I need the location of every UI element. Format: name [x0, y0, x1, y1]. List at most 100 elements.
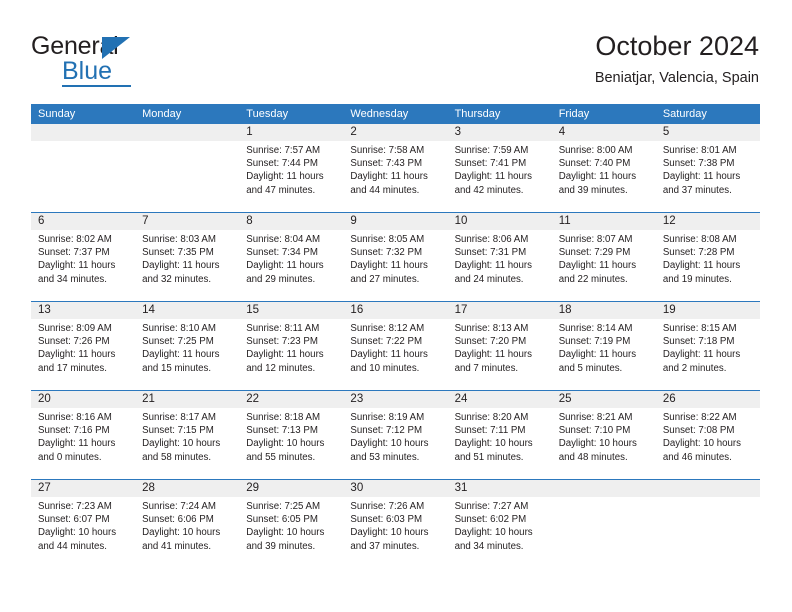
day-sun-info: Sunrise: 8:03 AM Sunset: 7:35 PM Daylight:…	[135, 230, 239, 286]
calendar-day-cell[interactable]: 5 Sunrise: 8:01 AM Sunset: 7:38 PM Daylight…	[655, 124, 760, 212]
sunset-text: Sunset: 7:20 PM	[454, 336, 527, 348]
sunset-text: Sunset: 7:29 PM	[558, 247, 631, 259]
day-number: 15	[246, 304, 260, 316]
day-number: 8	[246, 215, 253, 227]
sunrise-text: Sunrise: 8:18 AM	[246, 412, 321, 423]
calendar-day-cell[interactable]: 30 Sunrise: 7:26 AM Sunset: 6:03 PM Dayligh…	[343, 480, 448, 568]
day-number: 25	[558, 393, 572, 405]
calendar-day-cell[interactable]: 15 Sunrise: 8:11 AM Sunset: 7:23 PM Dayligh…	[239, 302, 344, 390]
daylight-text: Daylight: 10 hours	[454, 438, 533, 450]
day-number-band: 2	[343, 124, 448, 141]
calendar-day-cell[interactable]: 2 Sunrise: 7:58 AM Sunset: 7:43 PM Daylight…	[343, 124, 448, 212]
calendar-grid: Sunday Monday Tuesday Wednesday Thursday Frid…	[31, 104, 760, 568]
general-blue-logo[interactable]: General Blue	[31, 32, 201, 88]
day-sun-info: Sunrise: 8:01 AM Sunset: 7:38 PM Daylight:…	[656, 141, 760, 197]
sunrise-text: Sunrise: 8:10 AM	[142, 323, 216, 334]
sunset-text: Sunset: 6:02 PM	[454, 514, 527, 526]
day-number: 28	[142, 482, 155, 494]
daylight-text: Daylight: 11 hours	[246, 260, 324, 272]
daylight-text: Daylight: 10 hours	[662, 438, 741, 450]
sunrise-text: Sunrise: 7:23 AM	[38, 501, 112, 512]
day-number-band: 11	[551, 213, 656, 230]
day-number: 18	[558, 304, 572, 316]
calendar-day-cell[interactable]: 1 Sunrise: 7:57 AM Sunset: 7:44 PM Daylight…	[239, 124, 344, 212]
daylight-text: Daylight: 10 hours	[350, 527, 429, 539]
daylight-text: Daylight: 11 hours	[38, 438, 116, 450]
sunrise-text: Sunrise: 8:12 AM	[350, 323, 425, 334]
day-sun-info: Sunrise: 8:19 AM Sunset: 7:12 PM Daylight:…	[343, 408, 447, 464]
day-number: 9	[350, 215, 357, 227]
daylight-text-cont: and 47 minutes.	[246, 184, 316, 196]
daylight-text: Daylight: 11 hours	[142, 260, 220, 272]
daylight-text-cont: and 10 minutes.	[350, 362, 420, 374]
calendar-day-cell[interactable]: 10 Sunrise: 8:06 AM Sunset: 7:31 PM Dayligh…	[447, 213, 552, 301]
day-sun-info: Sunrise: 7:24 AM Sunset: 6:06 PM Daylight:…	[135, 497, 239, 553]
daylight-text: Daylight: 10 hours	[142, 527, 221, 539]
day-sun-info: Sunrise: 7:26 AM Sunset: 6:03 PM Daylight:…	[343, 497, 447, 553]
sunrise-text: Sunrise: 8:00 AM	[558, 145, 633, 156]
calendar-day-cell[interactable]: 12 Sunrise: 8:08 AM Sunset: 7:28 PM Dayligh…	[655, 213, 760, 301]
daylight-text-cont: and 22 minutes.	[558, 273, 628, 285]
calendar-day-cell[interactable]: 11 Sunrise: 8:07 AM Sunset: 7:29 PM Dayligh…	[551, 213, 656, 301]
calendar-day-cell[interactable]: 17 Sunrise: 8:13 AM Sunset: 7:20 PM Dayligh…	[447, 302, 552, 390]
calendar-day-cell[interactable]: 23 Sunrise: 8:19 AM Sunset: 7:12 PM Dayligh…	[343, 391, 448, 479]
calendar-day-cell[interactable]: 13 Sunrise: 8:09 AM Sunset: 7:26 PM Dayligh…	[31, 302, 136, 390]
calendar-day-cell[interactable]: 14 Sunrise: 8:10 AM Sunset: 7:25 PM Dayligh…	[135, 302, 240, 390]
calendar-day-cell[interactable]: 28 Sunrise: 7:24 AM Sunset: 6:06 PM Dayligh…	[135, 480, 240, 568]
calendar-day-cell[interactable]: 9 Sunrise: 8:05 AM Sunset: 7:32 PM Daylight…	[343, 213, 448, 301]
day-sun-info: Sunrise: 8:11 AM Sunset: 7:23 PM Daylight:…	[239, 319, 343, 375]
calendar-day-cell[interactable]: 22 Sunrise: 8:18 AM Sunset: 7:13 PM Dayligh…	[239, 391, 344, 479]
calendar-day-cell[interactable]: 3 Sunrise: 7:59 AM Sunset: 7:41 PM Daylight…	[447, 124, 552, 212]
day-sun-info: Sunrise: 8:07 AM Sunset: 7:29 PM Daylight:…	[552, 230, 656, 286]
sunset-text: Sunset: 7:26 PM	[38, 336, 110, 348]
calendar-day-cell[interactable]: 21 Sunrise: 8:17 AM Sunset: 7:15 PM Dayligh…	[135, 391, 240, 479]
calendar-day-cell[interactable]: 18 Sunrise: 8:14 AM Sunset: 7:19 PM Dayligh…	[551, 302, 656, 390]
daylight-text-cont: and 51 minutes.	[454, 451, 524, 463]
daylight-text: Daylight: 11 hours	[662, 349, 741, 361]
day-sun-info: Sunrise: 8:12 AM Sunset: 7:22 PM Daylight:…	[343, 319, 447, 375]
calendar-day-cell-empty	[551, 480, 656, 568]
page-subtitle: Beniatjar, Valencia, Spain	[594, 70, 759, 86]
calendar-day-cell[interactable]: 8 Sunrise: 8:04 AM Sunset: 7:34 PM Daylight…	[239, 213, 344, 301]
calendar-day-cell[interactable]: 4 Sunrise: 8:00 AM Sunset: 7:40 PM Daylight…	[551, 124, 656, 212]
sunset-text: Sunset: 7:13 PM	[246, 425, 318, 437]
daylight-text: Daylight: 11 hours	[454, 349, 532, 361]
day-number: 4	[558, 126, 566, 138]
calendar-day-cell-empty	[135, 124, 240, 212]
day-sun-info	[552, 497, 656, 500]
calendar-day-cell[interactable]: 31 Sunrise: 7:27 AM Sunset: 6:02 PM Dayligh…	[447, 480, 552, 568]
day-number: 5	[662, 126, 670, 138]
daylight-text-cont: and 19 minutes.	[662, 273, 732, 285]
daylight-text: Daylight: 11 hours	[350, 349, 428, 361]
day-number-band: 19	[655, 302, 760, 319]
calendar-day-cell[interactable]: 27 Sunrise: 7:23 AM Sunset: 6:07 PM Dayligh…	[31, 480, 136, 568]
day-number: 29	[246, 482, 260, 494]
daylight-text: Daylight: 10 hours	[246, 527, 325, 539]
sunset-text: Sunset: 7:34 PM	[246, 247, 318, 259]
sunrise-text: Sunrise: 8:17 AM	[142, 412, 216, 423]
sunset-text: Sunset: 6:05 PM	[246, 514, 318, 526]
calendar-day-cell[interactable]: 16 Sunrise: 8:12 AM Sunset: 7:22 PM Dayligh…	[343, 302, 448, 390]
day-number: 26	[662, 393, 676, 405]
day-number: 3	[454, 126, 461, 138]
calendar-day-cell[interactable]: 19 Sunrise: 8:15 AM Sunset: 7:18 PM Dayligh…	[655, 302, 760, 390]
calendar-day-cell[interactable]: 25 Sunrise: 8:21 AM Sunset: 7:10 PM Dayligh…	[551, 391, 656, 479]
calendar-day-cell[interactable]: 29 Sunrise: 7:25 AM Sunset: 6:05 PM Dayligh…	[239, 480, 344, 568]
sunset-text: Sunset: 7:15 PM	[142, 425, 214, 437]
weekday-header-thursday: Thursday	[454, 108, 501, 120]
calendar-day-cell[interactable]: 7 Sunrise: 8:03 AM Sunset: 7:35 PM Daylight…	[135, 213, 240, 301]
daylight-text-cont: and 27 minutes.	[350, 273, 420, 285]
sunset-text: Sunset: 7:41 PM	[454, 158, 527, 170]
daylight-text: Daylight: 10 hours	[142, 438, 221, 450]
calendar-day-cell[interactable]: 6 Sunrise: 8:02 AM Sunset: 7:37 PM Daylight…	[31, 213, 136, 301]
calendar-day-cell[interactable]: 24 Sunrise: 8:20 AM Sunset: 7:11 PM Dayligh…	[447, 391, 552, 479]
calendar-day-cell[interactable]: 26 Sunrise: 8:22 AM Sunset: 7:08 PM Dayligh…	[655, 391, 760, 479]
day-sun-info: Sunrise: 8:14 AM Sunset: 7:19 PM Daylight:…	[552, 319, 656, 375]
weekday-header-row: Sunday Monday Tuesday Wednesday Thursday Frid…	[31, 104, 760, 124]
day-sun-info: Sunrise: 8:04 AM Sunset: 7:34 PM Daylight:…	[239, 230, 343, 286]
calendar-day-cell[interactable]: 20 Sunrise: 8:16 AM Sunset: 7:16 PM Dayligh…	[31, 391, 136, 479]
day-sun-info	[135, 141, 239, 144]
day-number-band: 10	[447, 213, 552, 230]
day-number-band: 12	[655, 213, 760, 230]
daylight-text-cont: and 37 minutes.	[350, 540, 420, 552]
